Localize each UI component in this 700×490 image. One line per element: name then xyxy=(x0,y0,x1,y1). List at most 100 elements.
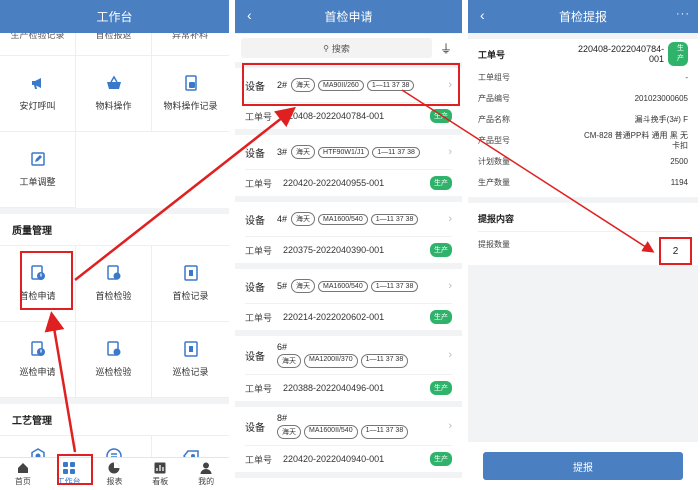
order-number-row: 工单号 220408-2022040784-001 生产 xyxy=(478,41,688,67)
chevron-right-icon: › xyxy=(448,280,452,292)
edit-icon xyxy=(30,152,45,166)
device-chip: MA1600/540 xyxy=(318,280,368,292)
tab-mine[interactable]: 我的 xyxy=(183,458,229,490)
field-label: 产品型号 xyxy=(478,136,510,145)
status-badge: 生产 xyxy=(430,176,452,190)
grid-item-andon-call[interactable]: 安灯呼叫 xyxy=(0,56,76,132)
tab-report[interactable]: 报表 xyxy=(92,458,138,490)
search-placeholder: 搜索 xyxy=(331,43,350,54)
order-row: 工单号 220388-2022040496-001 生产 xyxy=(245,374,452,401)
device-card[interactable]: 设备 4# 海天 MA1600/540 1—11 37 38 › 工单号 220375… xyxy=(235,202,462,263)
back-icon[interactable]: ‹ xyxy=(247,7,252,23)
process-grid xyxy=(0,435,229,457)
device-card[interactable]: 设备 6# 海天 MA1200II/370 1—11 37 38 › 工单号 2203… xyxy=(235,336,462,401)
submit-bar: 提报 xyxy=(468,442,698,490)
grid-item-first-inspection-check[interactable]: 首检检验 xyxy=(76,246,152,322)
tab-board[interactable]: 看板 xyxy=(137,458,183,490)
section-title-process: 工艺管理 xyxy=(0,398,229,435)
production-grid: 安灯呼叫 物料操作 物料操作记录 工单调整 xyxy=(0,55,229,208)
grid-item-label: 安灯呼叫 xyxy=(19,101,56,111)
list-titlebar: ‹ 首检申请 xyxy=(235,0,462,33)
order-row: 工单号 220420-2022040940-001 生产 xyxy=(245,445,452,472)
field-value: 漏斗挽手(3#) F xyxy=(634,114,688,124)
submit-button[interactable]: 提报 xyxy=(483,452,683,480)
order-label: 工单号 xyxy=(245,383,273,394)
list-icon xyxy=(105,448,122,457)
status-badge: 生产 xyxy=(430,109,452,123)
grid-item-process-3[interactable] xyxy=(152,436,229,457)
device-row: 设备 8# 海天 MA1600II/540 1—11 37 38 › xyxy=(245,407,452,445)
field-label: 产品名称 xyxy=(478,115,510,124)
device-row: 设备 4# 海天 MA1600/540 1—11 37 38 › xyxy=(245,202,452,236)
quantity-label: 提报数量 xyxy=(478,240,510,249)
tab-home[interactable]: 首页 xyxy=(0,458,46,490)
device-chip: HTF90W1/J1 xyxy=(318,146,370,158)
pie-icon xyxy=(108,462,120,473)
doc-alert-icon xyxy=(30,341,45,356)
bottom-tabbar: 首页 工作台 报表 看板 我的 xyxy=(0,457,229,490)
status-badge: 生产 xyxy=(430,310,452,324)
grid-item-partial[interactable]: 首检报返 xyxy=(76,33,152,55)
order-field-row: 产品编号 201023000605 xyxy=(478,88,688,109)
chevron-right-icon: › xyxy=(448,146,452,158)
device-card[interactable]: 设备 8# 海天 MA1600II/540 1—11 37 38 › 工单号 2204… xyxy=(235,407,462,472)
device-chip: MA1200II/370 xyxy=(304,354,358,368)
status-badge: 生产 xyxy=(430,381,452,395)
tab-label: 报表 xyxy=(106,476,123,486)
grid-item-patrol-check[interactable]: 巡检检验 xyxy=(76,322,152,398)
grid-item-material-op[interactable]: 物料操作 xyxy=(76,56,152,132)
search-input[interactable]: ⚲ 搜索 xyxy=(241,38,432,58)
quantity-input[interactable]: 2 xyxy=(659,237,692,265)
grid-item-material-record[interactable]: 物料操作记录 xyxy=(152,56,229,132)
device-chip: 1—11 37 38 xyxy=(372,146,420,158)
back-icon[interactable]: ‹ xyxy=(480,7,485,23)
filter-icon[interactable]: ⏚ xyxy=(436,40,456,57)
workbench-titlebar: 工作台 xyxy=(0,0,229,33)
order-label: 工单号 xyxy=(245,111,273,122)
user-icon xyxy=(200,462,212,474)
workbench-panel: 工作台 生产检验记录 首检报返 异常补料 安灯呼叫 物料操作 物料操作记录 工单… xyxy=(0,0,229,490)
order-row: 工单号 220214-2022020602-001 生产 xyxy=(245,303,452,330)
device-label: 设备 xyxy=(245,215,265,227)
device-chip: MA1600II/540 xyxy=(304,425,358,439)
order-number: 220214-2022020602-001 xyxy=(283,312,385,322)
field-value: 2500 xyxy=(670,156,688,166)
device-card-partial[interactable]: 11# xyxy=(235,478,462,490)
device-row: 设备 6# 海天 MA1200II/370 1—11 37 38 › xyxy=(245,336,452,374)
device-number: 5# xyxy=(277,281,288,291)
doc-search-icon xyxy=(106,265,120,280)
search-icon: ⚲ xyxy=(323,43,329,53)
grid-item-patrol-apply[interactable]: 巡检申请 xyxy=(0,322,76,398)
field-label: 生产数量 xyxy=(478,178,510,187)
field-value: - xyxy=(685,72,688,82)
order-row: 工单号 220408-2022040784-001 生产 xyxy=(245,102,452,129)
grid-item-partial[interactable]: 生产检验记录 xyxy=(0,33,76,55)
order-row: 工单号 220420-2022040955-001 生产 xyxy=(245,169,452,196)
device-number: 3# xyxy=(277,147,288,157)
device-chip: 海天 xyxy=(291,212,316,226)
content-title: 提报内容 xyxy=(478,205,688,231)
device-card[interactable]: 设备 3# 海天 HTF90W1/J1 1—11 37 38 › 工单号 220420… xyxy=(235,135,462,196)
device-label: 设备 xyxy=(245,351,265,363)
grid-item-patrol-record[interactable]: 巡检记录 xyxy=(152,322,229,398)
order-number: 220420-2022040940-001 xyxy=(283,454,385,464)
grid-item-label: 首检检验 xyxy=(95,291,132,301)
field-value: 201023000605 xyxy=(634,93,688,103)
submit-titlebar: ‹ 首检提报 ··· xyxy=(468,0,698,33)
order-number: 220375-2022040390-001 xyxy=(283,245,385,255)
tab-label: 首页 xyxy=(14,476,31,486)
order-field-row: 工单组号 - xyxy=(478,67,688,88)
grid-item-partial[interactable]: 异常补料 xyxy=(152,33,228,55)
board-icon xyxy=(154,462,166,473)
device-label: 设备 xyxy=(245,148,265,160)
document-icon xyxy=(184,75,197,91)
device-card[interactable]: 设备 5# 海天 MA1600/540 1—11 37 38 › 工单号 220214… xyxy=(235,269,462,330)
grid-item-order-adjust[interactable]: 工单调整 xyxy=(0,132,76,208)
device-chip: MA1600/540 xyxy=(318,213,368,225)
hexagon-icon xyxy=(30,448,45,457)
more-icon[interactable]: ··· xyxy=(676,8,690,20)
highlight-workbench-tab xyxy=(57,454,93,485)
highlight-first-inspection xyxy=(20,251,73,310)
field-value: 1194 xyxy=(670,177,688,187)
grid-item-first-inspection-record[interactable]: 首检记录 xyxy=(152,246,229,322)
